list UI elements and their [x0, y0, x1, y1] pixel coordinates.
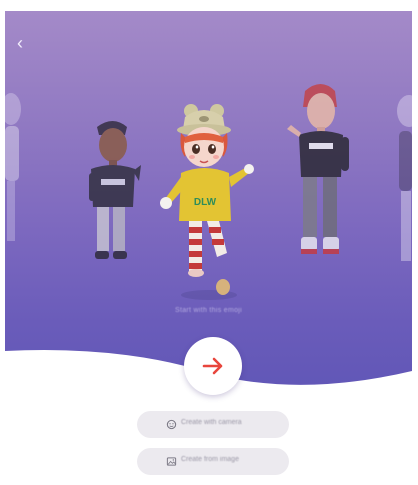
create-from-image-label: Create from image [181, 456, 239, 463]
create-from-image-button[interactable]: Create from image [137, 448, 289, 475]
create-with-camera-button[interactable]: Create with camera [137, 411, 289, 438]
emoji-face-icon [166, 419, 177, 430]
screen: ‹ DLW Start with this emoji Create with … [5, 11, 412, 483]
avatar-left[interactable] [83, 115, 143, 265]
svg-text:DLW: DLW [194, 197, 217, 208]
avatar-selected[interactable]: DLW [157, 103, 255, 303]
next-button[interactable] [184, 337, 242, 395]
image-icon [166, 457, 177, 466]
avatar-faded-left[interactable] [5, 81, 27, 261]
back-button[interactable]: ‹ [17, 33, 37, 53]
create-with-camera-label: Create with camera [181, 419, 242, 426]
avatar-right[interactable] [283, 77, 359, 267]
arrow-right-icon [202, 357, 223, 375]
chevron-left-icon: ‹ [17, 33, 23, 53]
avatar-faded-right[interactable] [393, 85, 412, 275]
hero-caption: Start with this emoji [175, 307, 242, 314]
